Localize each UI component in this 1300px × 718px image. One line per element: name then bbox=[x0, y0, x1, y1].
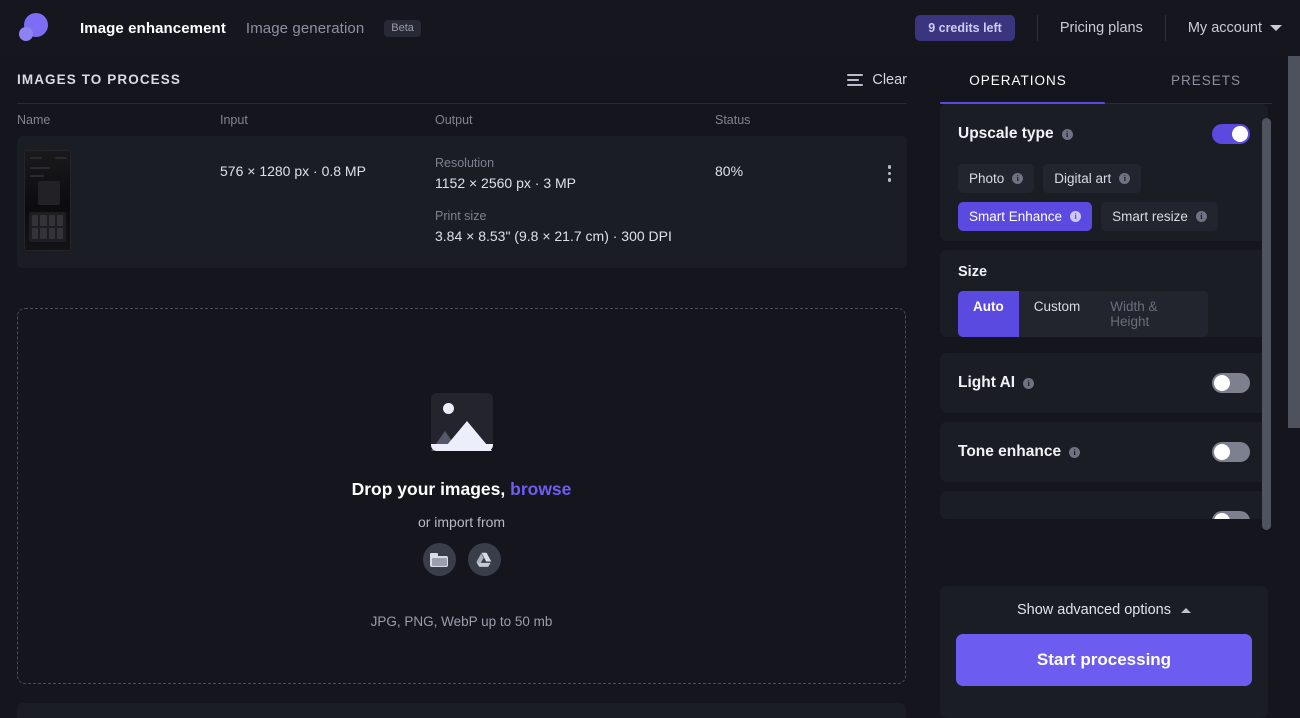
clear-button[interactable]: Clear bbox=[847, 72, 907, 88]
import-from-google-drive-button[interactable] bbox=[468, 543, 501, 576]
info-icon[interactable]: i bbox=[1023, 378, 1034, 389]
start-processing-button[interactable]: Start processing bbox=[956, 634, 1252, 686]
chip-photo[interactable]: Photo i bbox=[958, 164, 1034, 193]
output-print-size-value: 3.84 × 8.53" (9.8 × 21.7 cm) · 300 DPI bbox=[435, 228, 715, 244]
logo-circle-small bbox=[19, 27, 33, 41]
header-divider-1 bbox=[1037, 15, 1038, 41]
chip-smart-enhance[interactable]: Smart Enhance i bbox=[958, 202, 1092, 231]
row-more-options-icon[interactable] bbox=[888, 163, 892, 268]
folder-icon bbox=[430, 553, 448, 567]
images-panel-header: IMAGES TO PROCESS Clear bbox=[17, 56, 907, 103]
dropzone-title-text: Drop your images, bbox=[352, 479, 506, 499]
thumbnail-cell bbox=[17, 150, 220, 268]
info-icon[interactable]: i bbox=[1012, 173, 1023, 184]
tab-operations[interactable]: OPERATIONS bbox=[924, 56, 1112, 104]
operations-scrollbar[interactable] bbox=[1262, 118, 1271, 530]
dropzone-subtitle: or import from bbox=[418, 514, 505, 530]
credits-badge[interactable]: 9 credits left bbox=[915, 15, 1015, 41]
filter-lines-icon bbox=[847, 74, 863, 86]
upscale-type-toggle[interactable] bbox=[1212, 124, 1250, 144]
info-icon[interactable]: i bbox=[1196, 211, 1207, 222]
chip-digital-art-label: Digital art bbox=[1054, 171, 1111, 186]
header-right-group: 9 credits left Pricing plans My account bbox=[915, 0, 1300, 56]
app-header: Image enhancement Image generation Beta … bbox=[0, 0, 1300, 56]
tone-enhance-toggle[interactable] bbox=[1212, 442, 1250, 462]
pricing-plans-link[interactable]: Pricing plans bbox=[1060, 20, 1143, 36]
info-icon[interactable]: i bbox=[1069, 447, 1080, 458]
info-icon[interactable]: i bbox=[1062, 129, 1073, 140]
light-ai-label: Light AI bbox=[958, 374, 1015, 392]
size-card: Size Auto Custom Width & Height bbox=[940, 250, 1268, 337]
output-print-size-label: Print size bbox=[435, 209, 715, 223]
dropzone-title: Drop your images, browse bbox=[352, 479, 572, 500]
import-from-folder-button[interactable] bbox=[423, 543, 456, 576]
upscale-type-chips-row2: Smart Enhance i Smart resize i bbox=[958, 202, 1250, 241]
column-header-input: Input bbox=[220, 113, 435, 127]
show-advanced-options-label: Show advanced options bbox=[1017, 602, 1171, 618]
image-thumbnail[interactable] bbox=[24, 150, 71, 251]
size-option-auto[interactable]: Auto bbox=[958, 291, 1019, 337]
my-account-menu[interactable]: My account bbox=[1188, 20, 1282, 36]
my-account-label: My account bbox=[1188, 20, 1262, 36]
chevron-down-icon bbox=[1270, 25, 1282, 31]
size-option-custom[interactable]: Custom bbox=[1019, 291, 1096, 337]
column-header-name: Name bbox=[17, 113, 220, 127]
table-row[interactable]: 576 × 1280 px · 0.8 MP Resolution 1152 ×… bbox=[17, 136, 907, 268]
light-ai-card: Light AI i bbox=[940, 353, 1268, 413]
chip-smart-resize[interactable]: Smart resize i bbox=[1101, 202, 1218, 231]
chip-smart-enhance-label: Smart Enhance bbox=[969, 209, 1062, 224]
supported-formats-text: JPG, PNG, WebP up to 50 mb bbox=[371, 614, 553, 629]
light-ai-toggle[interactable] bbox=[1212, 373, 1250, 393]
panel-tabs: OPERATIONS PRESETS bbox=[924, 56, 1300, 104]
upscale-type-header: Upscale type i bbox=[958, 104, 1250, 164]
main-nav: Image enhancement Image generation Beta bbox=[80, 20, 421, 37]
show-advanced-options-button[interactable]: Show advanced options bbox=[956, 586, 1252, 634]
upscale-type-chips-row1: Photo i Digital art i bbox=[958, 164, 1250, 203]
tab-presets[interactable]: PRESETS bbox=[1112, 56, 1300, 104]
chip-digital-art[interactable]: Digital art i bbox=[1043, 164, 1141, 193]
nav-item-image-generation[interactable]: Image generation bbox=[246, 20, 364, 37]
page-scrollbar[interactable] bbox=[1288, 56, 1300, 428]
row-output-cell: Resolution 1152 × 2560 px · 3 MP Print s… bbox=[435, 150, 715, 268]
chip-smart-resize-label: Smart resize bbox=[1112, 209, 1188, 224]
size-label: Size bbox=[958, 250, 1250, 291]
tone-enhance-header: Tone enhance i bbox=[958, 422, 1250, 482]
clear-button-label: Clear bbox=[872, 72, 907, 88]
header-divider-2 bbox=[1165, 15, 1166, 41]
image-dropzone[interactable]: Drop your images, browse or import from … bbox=[17, 308, 906, 684]
row-status-cell: 80% bbox=[715, 150, 891, 268]
browse-link[interactable]: browse bbox=[510, 479, 571, 499]
info-icon[interactable]: i bbox=[1070, 211, 1081, 222]
next-operation-header bbox=[958, 491, 1250, 519]
next-operation-toggle[interactable] bbox=[1212, 511, 1250, 519]
import-sources bbox=[423, 543, 501, 576]
beta-badge: Beta bbox=[384, 20, 421, 37]
light-ai-header: Light AI i bbox=[958, 353, 1250, 413]
size-segmented-control: Auto Custom Width & Height bbox=[958, 291, 1208, 337]
page-title: IMAGES TO PROCESS bbox=[17, 72, 181, 87]
next-operation-card-partial bbox=[940, 491, 1268, 519]
chip-photo-label: Photo bbox=[969, 171, 1004, 186]
row-input-value: 576 × 1280 px · 0.8 MP bbox=[220, 150, 435, 268]
tone-enhance-card: Tone enhance i bbox=[940, 422, 1268, 482]
upscale-type-card: Upscale type i Photo i Digital art i Sma bbox=[940, 104, 1268, 241]
output-resolution-label: Resolution bbox=[435, 156, 715, 170]
app-logo[interactable] bbox=[14, 8, 54, 48]
output-resolution-value: 1152 × 2560 px · 3 MP bbox=[435, 175, 715, 191]
panel-footer: Show advanced options Start processing bbox=[940, 586, 1268, 718]
column-header-status: Status bbox=[715, 113, 907, 127]
size-option-width-height[interactable]: Width & Height bbox=[1095, 291, 1208, 337]
status-badge: 80% bbox=[715, 163, 743, 268]
operations-scroll-area[interactable]: Upscale type i Photo i Digital art i Sma bbox=[940, 104, 1268, 568]
table-column-headers: Name Input Output Status bbox=[17, 104, 907, 136]
next-card-partial bbox=[17, 703, 906, 718]
image-placeholder-icon bbox=[431, 393, 493, 451]
tone-enhance-label: Tone enhance bbox=[958, 443, 1061, 461]
google-drive-icon bbox=[475, 552, 493, 568]
info-icon[interactable]: i bbox=[1119, 173, 1130, 184]
chevron-up-icon bbox=[1181, 608, 1191, 613]
upscale-type-label: Upscale type bbox=[958, 125, 1054, 143]
nav-item-image-enhancement[interactable]: Image enhancement bbox=[80, 20, 226, 37]
column-header-output: Output bbox=[435, 113, 715, 127]
